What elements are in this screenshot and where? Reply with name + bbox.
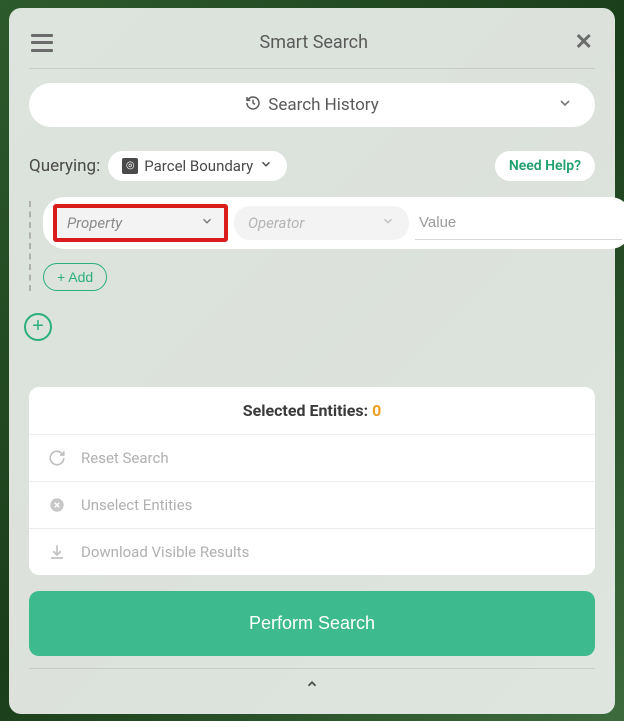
unselect-entities-button[interactable]: Unselect Entities xyxy=(29,482,595,529)
builder-content: Property Operator + Add xyxy=(43,197,624,291)
download-results-button[interactable]: Download Visible Results xyxy=(29,529,595,575)
chevron-down-icon xyxy=(200,214,214,232)
panel-header: Smart Search ✕ xyxy=(29,26,595,68)
operator-placeholder: Operator xyxy=(248,214,304,232)
search-history-text: Search History xyxy=(268,95,379,115)
group-rail xyxy=(29,197,31,291)
entities-box: Selected Entities: 0 Reset Search Unsele… xyxy=(29,387,595,575)
layer-select[interactable]: ◎ Parcel Boundary xyxy=(108,151,287,181)
chevron-down-icon xyxy=(557,95,573,115)
perform-search-button[interactable]: Perform Search xyxy=(29,591,595,656)
entities-header: Selected Entities: 0 xyxy=(29,387,595,435)
menu-icon[interactable] xyxy=(31,34,53,52)
download-icon xyxy=(47,542,67,562)
query-builder: Property Operator + Add xyxy=(29,197,595,291)
layer-icon: ◎ xyxy=(122,158,138,174)
reset-label: Reset Search xyxy=(81,449,169,467)
dashed-line xyxy=(29,201,31,291)
search-history-dropdown[interactable]: Search History xyxy=(29,83,595,127)
collapse-button[interactable] xyxy=(29,673,595,696)
condition-row: Property Operator xyxy=(43,197,624,249)
footer-divider xyxy=(29,668,595,669)
value-input[interactable] xyxy=(415,206,622,240)
unselect-label: Unselect Entities xyxy=(81,496,192,514)
add-condition-button[interactable]: + Add xyxy=(43,263,107,291)
query-label: Querying: xyxy=(29,156,100,176)
property-select[interactable]: Property xyxy=(53,204,228,242)
query-row: Querying: ◎ Parcel Boundary Need Help? xyxy=(29,151,595,181)
entities-label: Selected Entities: xyxy=(243,401,372,420)
entities-count: 0 xyxy=(372,401,381,420)
download-label: Download Visible Results xyxy=(81,543,249,561)
layer-name: Parcel Boundary xyxy=(144,157,253,175)
query-left: Querying: ◎ Parcel Boundary xyxy=(29,151,287,181)
chevron-down-icon xyxy=(381,214,395,232)
chevron-down-icon xyxy=(259,157,273,175)
close-icon[interactable]: ✕ xyxy=(575,32,593,54)
search-history-label: Search History xyxy=(245,95,379,115)
reset-search-button[interactable]: Reset Search xyxy=(29,435,595,482)
refresh-icon xyxy=(47,448,67,468)
close-circle-icon xyxy=(47,495,67,515)
property-placeholder: Property xyxy=(67,214,122,232)
add-group-button[interactable]: + xyxy=(24,313,52,341)
history-icon xyxy=(245,95,261,115)
operator-select[interactable]: Operator xyxy=(234,206,409,240)
smart-search-panel: Smart Search ✕ Search History Querying: … xyxy=(9,8,615,714)
divider xyxy=(29,68,595,69)
panel-title: Smart Search xyxy=(260,32,368,53)
need-help-button[interactable]: Need Help? xyxy=(495,151,595,181)
